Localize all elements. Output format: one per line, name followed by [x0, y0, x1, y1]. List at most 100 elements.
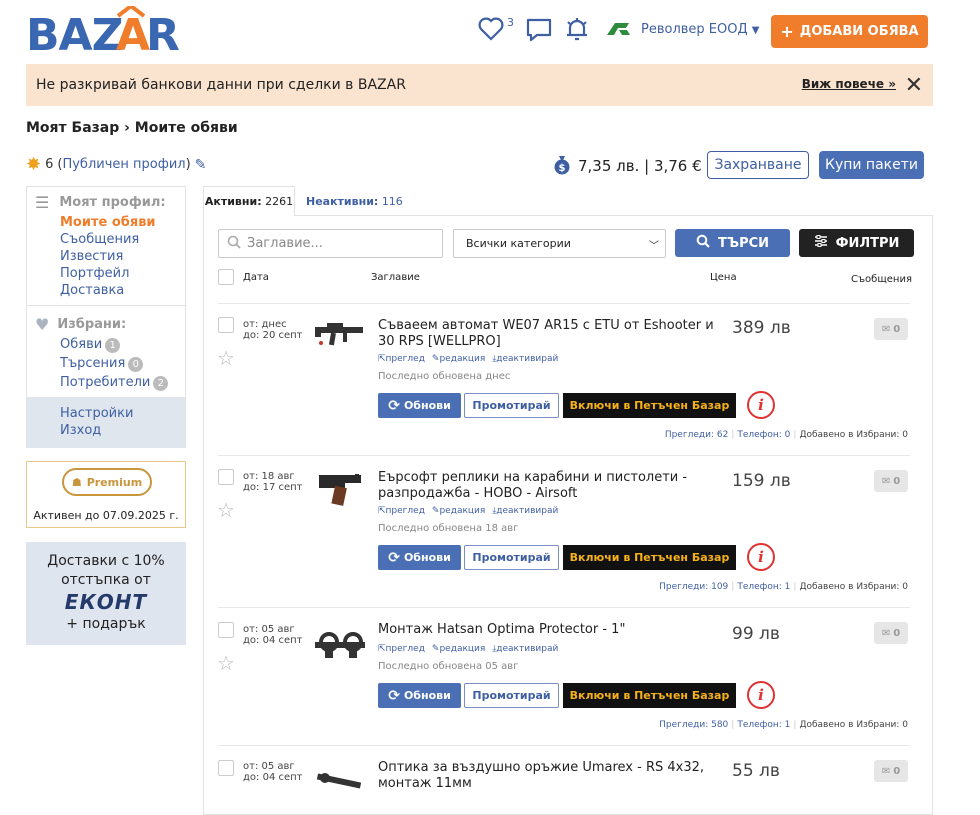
listing-stats: Прегледи: 580 | Телефон: 1 | Добавено в Избр… [659, 720, 908, 730]
sidebar-item-settings[interactable]: Настройки [60, 405, 133, 422]
buy-packages-button[interactable]: Купи пакети [819, 151, 924, 179]
refresh-button[interactable]: ⟳ Обнови [378, 393, 461, 418]
info-icon[interactable]: i [747, 543, 775, 571]
views-label: Прегледи: [659, 720, 709, 730]
top-up-button[interactable]: Захранване [707, 151, 809, 179]
filters-button[interactable]: ФИЛТРИ [799, 229, 914, 257]
col-messages: Съобщения [851, 274, 912, 285]
listing-title[interactable]: Монтаж Hatsan Optima Protector - 1" [378, 622, 723, 638]
sidebar-item-fav-searches[interactable]: Търсения 0 [60, 354, 168, 373]
refresh-icon: ⟳ [388, 549, 400, 566]
phone-label: Телефон: [737, 430, 782, 440]
info-icon[interactable]: i [747, 391, 775, 419]
last-updated: Последно обновена 18 авг [378, 523, 519, 534]
star-icon[interactable]: ☆ [217, 346, 235, 370]
public-profile-link[interactable]: Публичен профил [62, 157, 185, 172]
listing-checkbox[interactable] [218, 622, 234, 638]
tab-inactive[interactable]: Неактивни: 116 [306, 195, 403, 208]
sidebar-item-logout[interactable]: Изход [60, 422, 101, 439]
listing-thumbnail[interactable] [313, 628, 367, 666]
account-menu[interactable]: Револвер ЕООД ▼ [641, 22, 759, 37]
messages-badge[interactable]: ✉ 0 [874, 622, 908, 644]
econt-line3: + подарък [66, 616, 146, 632]
listing-dates: от: 05 авг до: 04 септ [243, 761, 303, 783]
premium-badge[interactable]: ☗ Premium [62, 468, 152, 496]
promote-button[interactable]: Промотирай [464, 683, 559, 708]
sidebar-item-fav-listings[interactable]: Обяви 1 [60, 335, 168, 354]
listing-title[interactable]: Съваеем автомат WE07 AR15 с ETU от Eshoo… [378, 318, 723, 350]
listing-title[interactable]: Еърсофт реплики на карабини и пистолети … [378, 470, 723, 502]
date-to: до: 17 септ [243, 482, 303, 493]
chat-icon[interactable] [525, 17, 553, 47]
select-all-checkbox[interactable] [218, 269, 234, 285]
edit-link[interactable]: ✎редакция [432, 644, 485, 654]
refresh-button[interactable]: ⟳ Обнови [378, 545, 461, 570]
col-price: Цена [710, 272, 737, 283]
promote-button[interactable]: Промотирай [464, 393, 559, 418]
category-select[interactable]: Всички категории ﹀ [453, 229, 666, 258]
svg-text:A: A [116, 10, 150, 56]
edit-label: редакция [439, 644, 486, 654]
sidebar-item-my-listings[interactable]: Моите обяви [60, 214, 156, 231]
search-icon [696, 234, 710, 252]
edit-pencil-icon[interactable]: ✎ [195, 157, 207, 173]
tab-active[interactable]: Активни: 2261 [203, 186, 295, 216]
search-button[interactable]: ТЪРСИ [675, 229, 790, 257]
rating-star-icon: ✸ [26, 154, 42, 175]
refresh-button[interactable]: ⟳ Обнови [378, 683, 461, 708]
friday-bazar-button[interactable]: Включи в Петъчен Базар [563, 545, 736, 570]
messages-badge[interactable]: ✉ 0 [874, 760, 908, 782]
bazar-logo[interactable]: BAZ A R [26, 3, 186, 61]
deactivate-label: деактивирай [496, 506, 559, 516]
listing-checkbox[interactable] [218, 760, 234, 776]
bell-icon[interactable] [564, 16, 590, 46]
deactivate-link[interactable]: ⤓деактивирай [492, 354, 558, 364]
messages-badge[interactable]: ✉ 0 [874, 470, 908, 492]
preview-link[interactable]: ⇱преглед [378, 506, 425, 516]
listing-checkbox[interactable] [218, 469, 234, 485]
sidebar-item-messages[interactable]: Съобщения [60, 231, 156, 248]
banner-more-link[interactable]: Виж повече » [802, 77, 896, 91]
phone-label: Телефон: [737, 720, 782, 730]
econt-logo: ЕКОНТ [64, 590, 148, 614]
friday-bazar-button[interactable]: Включи в Петъчен Базар [563, 683, 736, 708]
heart-icon[interactable] [478, 17, 504, 45]
fav-searches-label: Търсения [60, 356, 126, 371]
listing-checkbox[interactable] [218, 317, 234, 333]
sidebar-item-notifications[interactable]: Известия [60, 248, 156, 265]
star-icon[interactable]: ☆ [217, 498, 235, 522]
views-label: Прегледи: [659, 582, 709, 592]
listing-thumbnail[interactable] [313, 319, 368, 353]
close-icon[interactable]: ✕ [905, 73, 923, 98]
listing-dates: от: 05 авг до: 04 септ [243, 624, 303, 646]
messages-badge[interactable]: ✉ 0 [874, 318, 908, 340]
listing-actions: ⇱преглед ✎редакция ⤓деактивирай [378, 506, 558, 516]
listing-thumbnail[interactable] [315, 471, 365, 511]
econt-promo[interactable]: Доставки с 10% отстъпка от ЕКОНТ + подар… [26, 542, 186, 645]
envelope-icon: ✉ [881, 765, 891, 777]
account-name: Револвер ЕООД [641, 22, 748, 37]
premium-box: ☗ Premium Активен до 07.09.2025 г. [26, 461, 186, 528]
promote-button[interactable]: Промотирай [464, 545, 559, 570]
sidebar-settings-section: Настройки Изход [27, 397, 185, 448]
preview-link[interactable]: ⇱преглед [378, 354, 425, 364]
deactivate-label: деактивирай [496, 354, 559, 364]
edit-link[interactable]: ✎редакция [432, 506, 485, 516]
preview-link[interactable]: ⇱преглед [378, 644, 425, 654]
sidebar-item-fav-users[interactable]: Потребители 2 [60, 373, 169, 392]
deactivate-link[interactable]: ⤓деактивирай [492, 644, 558, 654]
search-input[interactable]: Заглавие... [218, 229, 443, 258]
add-listing-button[interactable]: + ДОБАВИ ОБЯВА [771, 15, 928, 48]
count-badge: 1 [105, 338, 121, 353]
sidebar-item-delivery[interactable]: Доставка [60, 282, 156, 299]
refresh-icon: ⟳ [388, 397, 400, 414]
deactivate-link[interactable]: ⤓деактивирай [492, 506, 558, 516]
edit-link[interactable]: ✎редакция [432, 354, 485, 364]
info-icon[interactable]: i [747, 681, 775, 709]
friday-bazar-button[interactable]: Включи в Петъчен Базар [563, 393, 736, 418]
listing-title[interactable]: Оптика за въздушно оръжие Umarex - RS 4x… [378, 760, 723, 792]
svg-text:BAZ: BAZ [26, 10, 123, 56]
views-count: 62 [716, 430, 729, 440]
sidebar-item-wallet[interactable]: Портфейл [60, 265, 156, 282]
star-icon[interactable]: ☆ [217, 651, 235, 675]
